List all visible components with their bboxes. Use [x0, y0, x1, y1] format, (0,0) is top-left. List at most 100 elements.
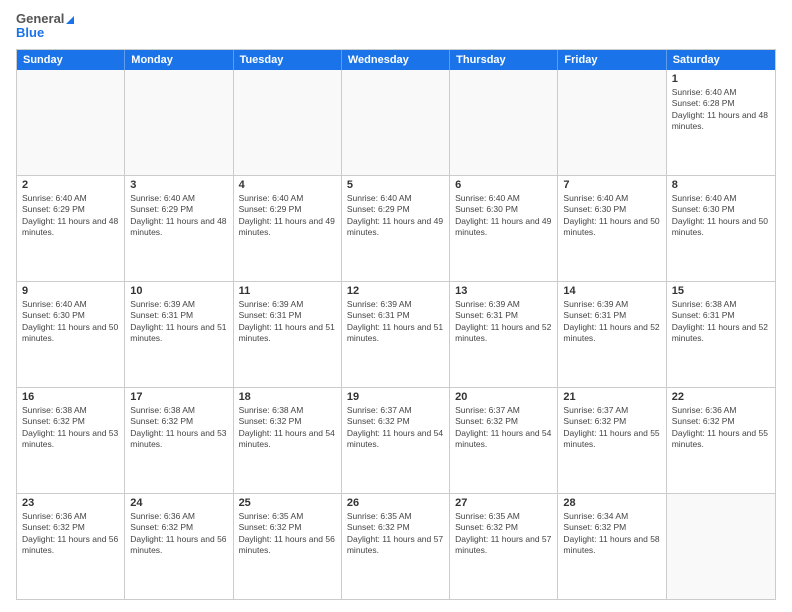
day-number: 15	[672, 285, 770, 297]
calendar-week-1: 1Sunrise: 6:40 AM Sunset: 6:28 PM Daylig…	[17, 70, 775, 176]
calendar-cell: 6 Sunrise: 6:40 AM Sunset: 6:30 PM Daylig…	[450, 176, 558, 281]
cell-info: Sunrise: 6:40 AM Sunset: 6:29 PM Dayligh…	[130, 193, 227, 239]
day-number: 9	[22, 285, 119, 297]
day-of-week-wednesday: Wednesday	[342, 50, 450, 70]
cell-info: Sunrise: 6:38 AM Sunset: 6:32 PM Dayligh…	[239, 405, 336, 451]
cell-info: Sunrise: 6:40 AM Sunset: 6:30 PM Dayligh…	[672, 193, 770, 239]
calendar-cell: 5 Sunrise: 6:40 AM Sunset: 6:29 PM Daylig…	[342, 176, 450, 281]
calendar-cell: 11 Sunrise: 6:39 AM Sunset: 6:31 PM Dayli…	[234, 282, 342, 387]
day-of-week-thursday: Thursday	[450, 50, 558, 70]
calendar-cell: 25 Sunrise: 6:35 AM Sunset: 6:32 PM Dayli…	[234, 494, 342, 599]
cell-info: Sunrise: 6:40 AM Sunset: 6:29 PM Dayligh…	[22, 193, 119, 239]
calendar-week-4: 16 Sunrise: 6:38 AM Sunset: 6:32 PM Dayli…	[17, 388, 775, 494]
calendar-cell: 13 Sunrise: 6:39 AM Sunset: 6:31 PM Dayli…	[450, 282, 558, 387]
calendar-cell: 15 Sunrise: 6:38 AM Sunset: 6:31 PM Dayli…	[667, 282, 775, 387]
calendar-week-3: 9 Sunrise: 6:40 AM Sunset: 6:30 PM Daylig…	[17, 282, 775, 388]
calendar-cell: 24Sunrise: 6:36 AM Sunset: 6:32 PM Dayli…	[125, 494, 233, 599]
day-number: 6	[455, 179, 552, 191]
calendar-cell	[234, 70, 342, 175]
calendar-cell	[667, 494, 775, 599]
calendar-cell: 12 Sunrise: 6:39 AM Sunset: 6:31 PM Dayli…	[342, 282, 450, 387]
cell-info: Sunrise: 6:40 AM Sunset: 6:30 PM Dayligh…	[455, 193, 552, 239]
day-of-week-monday: Monday	[125, 50, 233, 70]
cell-info: Sunrise: 6:38 AM Sunset: 6:31 PM Dayligh…	[672, 299, 770, 345]
calendar-cell: 1Sunrise: 6:40 AM Sunset: 6:28 PM Daylig…	[667, 70, 775, 175]
day-number: 8	[672, 179, 770, 191]
day-number: 22	[672, 391, 770, 403]
cell-info: Sunrise: 6:40 AM Sunset: 6:30 PM Dayligh…	[563, 193, 660, 239]
logo-blue: Blue	[16, 26, 74, 40]
day-number: 16	[22, 391, 119, 403]
cell-info: Sunrise: 6:39 AM Sunset: 6:31 PM Dayligh…	[239, 299, 336, 345]
calendar-cell: 23Sunrise: 6:36 AM Sunset: 6:32 PM Dayli…	[17, 494, 125, 599]
day-number: 25	[239, 497, 336, 509]
cell-info: Sunrise: 6:39 AM Sunset: 6:31 PM Dayligh…	[563, 299, 660, 345]
calendar-cell: 17 Sunrise: 6:38 AM Sunset: 6:32 PM Dayli…	[125, 388, 233, 493]
calendar-cell: 3 Sunrise: 6:40 AM Sunset: 6:29 PM Daylig…	[125, 176, 233, 281]
day-number: 3	[130, 179, 227, 191]
calendar-cell	[17, 70, 125, 175]
day-number: 21	[563, 391, 660, 403]
day-number: 11	[239, 285, 336, 297]
day-number: 12	[347, 285, 444, 297]
page: General Blue SundayMondayTuesdayWednesda…	[0, 0, 792, 612]
cell-info: Sunrise: 6:39 AM Sunset: 6:31 PM Dayligh…	[347, 299, 444, 345]
calendar-cell	[558, 70, 666, 175]
calendar-cell: 28Sunrise: 6:34 AM Sunset: 6:32 PM Dayli…	[558, 494, 666, 599]
calendar-week-2: 2 Sunrise: 6:40 AM Sunset: 6:29 PM Daylig…	[17, 176, 775, 282]
cell-info: Sunrise: 6:37 AM Sunset: 6:32 PM Dayligh…	[347, 405, 444, 451]
cell-info: Sunrise: 6:37 AM Sunset: 6:32 PM Dayligh…	[563, 405, 660, 451]
day-of-week-sunday: Sunday	[17, 50, 125, 70]
calendar-cell: 21 Sunrise: 6:37 AM Sunset: 6:32 PM Dayli…	[558, 388, 666, 493]
logo-general: General	[16, 12, 74, 26]
day-number: 2	[22, 179, 119, 191]
calendar-cell: 9 Sunrise: 6:40 AM Sunset: 6:30 PM Daylig…	[17, 282, 125, 387]
cell-info: Sunrise: 6:40 AM Sunset: 6:29 PM Dayligh…	[239, 193, 336, 239]
day-number: 27	[455, 497, 552, 509]
calendar-cell	[342, 70, 450, 175]
calendar-cell: 18 Sunrise: 6:38 AM Sunset: 6:32 PM Dayli…	[234, 388, 342, 493]
cell-info: Sunrise: 6:40 AM Sunset: 6:30 PM Dayligh…	[22, 299, 119, 345]
cell-info: Sunrise: 6:39 AM Sunset: 6:31 PM Dayligh…	[130, 299, 227, 345]
calendar-cell: 20Sunrise: 6:37 AM Sunset: 6:32 PM Dayli…	[450, 388, 558, 493]
calendar-cell: 19 Sunrise: 6:37 AM Sunset: 6:32 PM Dayli…	[342, 388, 450, 493]
day-number: 1	[672, 73, 770, 85]
cell-info: Sunrise: 6:36 AM Sunset: 6:32 PM Dayligh…	[672, 405, 770, 451]
calendar-header: SundayMondayTuesdayWednesdayThursdayFrid…	[17, 50, 775, 70]
day-number: 10	[130, 285, 227, 297]
day-of-week-saturday: Saturday	[667, 50, 775, 70]
calendar-cell: 27 Sunrise: 6:35 AM Sunset: 6:32 PM Dayli…	[450, 494, 558, 599]
day-number: 19	[347, 391, 444, 403]
day-number: 7	[563, 179, 660, 191]
calendar-cell: 4 Sunrise: 6:40 AM Sunset: 6:29 PM Daylig…	[234, 176, 342, 281]
day-number: 20	[455, 391, 552, 403]
calendar-cell: 22 Sunrise: 6:36 AM Sunset: 6:32 PM Dayli…	[667, 388, 775, 493]
calendar: SundayMondayTuesdayWednesdayThursdayFrid…	[16, 49, 776, 600]
cell-info: Sunrise: 6:38 AM Sunset: 6:32 PM Dayligh…	[130, 405, 227, 451]
day-number: 17	[130, 391, 227, 403]
day-of-week-friday: Friday	[558, 50, 666, 70]
cell-info: Sunrise: 6:40 AM Sunset: 6:29 PM Dayligh…	[347, 193, 444, 239]
calendar-cell: 16Sunrise: 6:38 AM Sunset: 6:32 PM Dayli…	[17, 388, 125, 493]
day-number: 13	[455, 285, 552, 297]
calendar-week-5: 23Sunrise: 6:36 AM Sunset: 6:32 PM Dayli…	[17, 494, 775, 599]
day-number: 24	[130, 497, 227, 509]
day-number: 23	[22, 497, 119, 509]
day-number: 5	[347, 179, 444, 191]
day-number: 28	[563, 497, 660, 509]
calendar-cell	[450, 70, 558, 175]
day-number: 18	[239, 391, 336, 403]
calendar-cell: 8 Sunrise: 6:40 AM Sunset: 6:30 PM Daylig…	[667, 176, 775, 281]
day-of-week-tuesday: Tuesday	[234, 50, 342, 70]
calendar-cell: 7 Sunrise: 6:40 AM Sunset: 6:30 PM Daylig…	[558, 176, 666, 281]
calendar-body: 1Sunrise: 6:40 AM Sunset: 6:28 PM Daylig…	[17, 70, 775, 599]
cell-info: Sunrise: 6:39 AM Sunset: 6:31 PM Dayligh…	[455, 299, 552, 345]
cell-info: Sunrise: 6:35 AM Sunset: 6:32 PM Dayligh…	[455, 511, 552, 557]
day-number: 4	[239, 179, 336, 191]
calendar-cell: 26Sunrise: 6:35 AM Sunset: 6:32 PM Dayli…	[342, 494, 450, 599]
calendar-cell: 2 Sunrise: 6:40 AM Sunset: 6:29 PM Daylig…	[17, 176, 125, 281]
cell-info: Sunrise: 6:35 AM Sunset: 6:32 PM Dayligh…	[239, 511, 336, 557]
logo: General Blue	[16, 12, 74, 41]
calendar-cell: 10 Sunrise: 6:39 AM Sunset: 6:31 PM Dayli…	[125, 282, 233, 387]
calendar-cell	[125, 70, 233, 175]
